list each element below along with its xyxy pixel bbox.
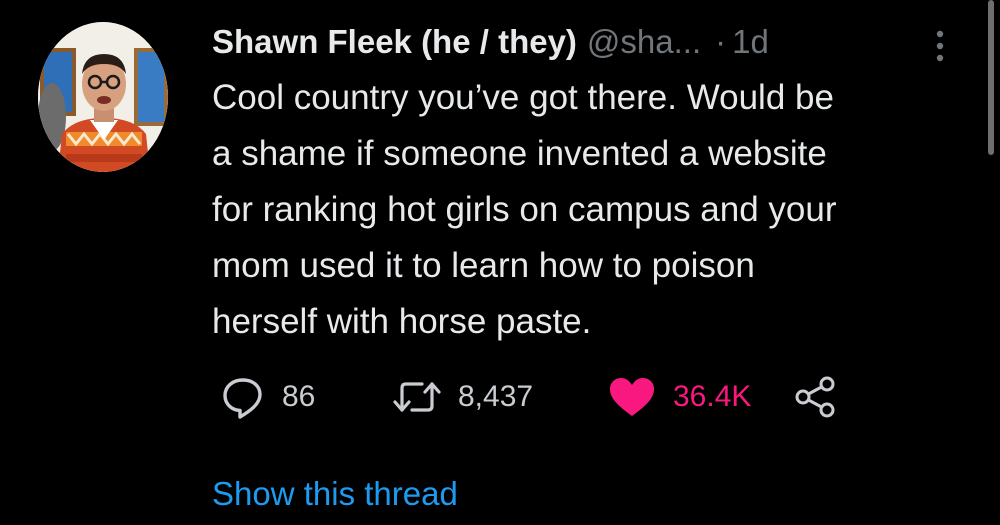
reply-count: 86: [282, 380, 316, 413]
tweet-text-line: a shame if someone invented a website: [212, 134, 827, 173]
tweet-header: Shawn Fleek (he / they) @sha... · 1d: [212, 20, 769, 64]
tweet-text-line: for ranking hot girls on campus and your: [212, 190, 837, 229]
action-bar: 86 8,437 36.4K: [212, 374, 862, 420]
tweet-text-line: mom used it to learn how to poison: [212, 246, 755, 285]
tweet-text-line: herself with horse paste.: [212, 302, 592, 341]
avatar[interactable]: [38, 22, 168, 172]
reply-button[interactable]: 86: [220, 374, 315, 420]
like-count: 36.4K: [673, 380, 752, 413]
tweet-text: Cool country you’ve got there. Would be …: [212, 70, 982, 350]
timestamp[interactable]: 1d: [732, 20, 769, 64]
author-name[interactable]: Shawn Fleek (he / they): [212, 20, 577, 64]
scrollbar[interactable]: [988, 0, 994, 155]
tweet: Shawn Fleek (he / they) @sha... · 1d Coo…: [0, 0, 1000, 525]
separator-dot: ·: [715, 23, 727, 60]
tweet-text-line: Cool country you’ve got there. Would be: [212, 78, 834, 117]
reply-bubble-icon: [223, 378, 262, 419]
share-icon: [795, 376, 835, 418]
avatar-photo: [38, 22, 168, 172]
author-handle[interactable]: @sha...: [587, 20, 701, 64]
share-button[interactable]: [792, 374, 838, 420]
more-options-button[interactable]: [928, 26, 952, 66]
retweet-icon: [393, 382, 441, 412]
more-vertical-icon: [936, 30, 944, 62]
heart-filled-icon: [610, 378, 654, 416]
retweet-count: 8,437: [458, 380, 534, 413]
like-button[interactable]: 36.4K: [607, 374, 751, 420]
retweet-button[interactable]: 8,437: [392, 374, 533, 420]
show-thread-link[interactable]: Show this thread: [212, 472, 458, 516]
